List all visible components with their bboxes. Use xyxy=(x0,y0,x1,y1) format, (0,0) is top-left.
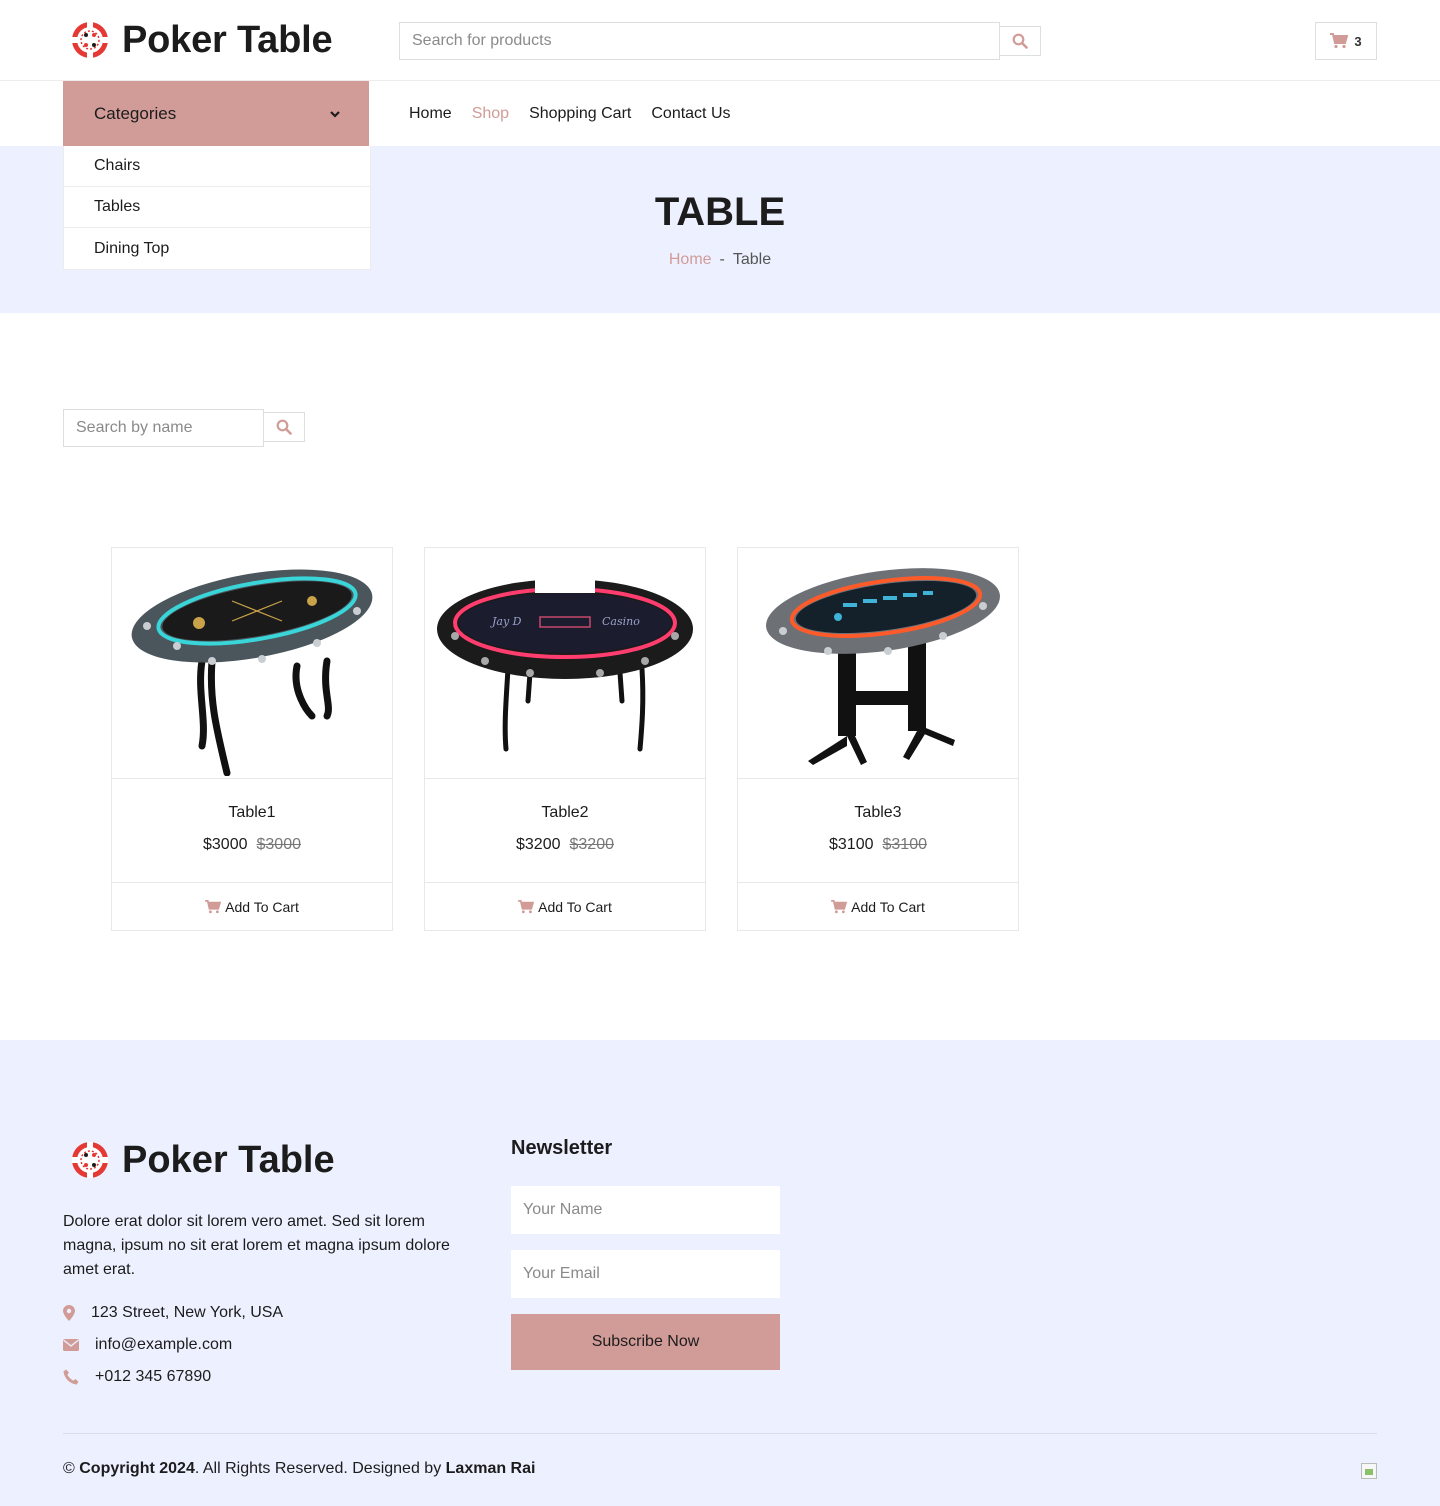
product-search xyxy=(399,22,1041,60)
breadcrumb-current: Table xyxy=(732,251,772,268)
breadcrumb-home-link[interactable]: Home xyxy=(669,251,712,269)
cart-count: 3 xyxy=(1354,33,1362,49)
copyright: © Copyright 2024. All Rights Reserved. D… xyxy=(63,1460,535,1478)
add-to-cart-button[interactable]: Add To Cart xyxy=(112,883,392,930)
cart-button[interactable]: 3 xyxy=(1315,22,1377,60)
payments-image xyxy=(1361,1463,1377,1479)
nav-link-shop[interactable]: Shop xyxy=(472,105,509,123)
subscribe-button[interactable]: Subscribe Now xyxy=(511,1314,780,1370)
copyright-strong: Copyright 2024 xyxy=(79,1460,195,1477)
product-grid: Table1 $3000 $3000 Add To Cart Jay D Cas… xyxy=(111,547,1019,931)
main-nav: Home Shop Shopping Cart Contact Us xyxy=(409,81,731,146)
map-marker-icon xyxy=(63,1305,75,1321)
product-price: $3200 xyxy=(516,836,561,853)
contact-phone: +012 345 67890 xyxy=(63,1361,283,1393)
poker-table-image: Jay D Casino xyxy=(437,574,693,751)
cart-icon xyxy=(1330,33,1349,49)
copyright-symbol: © xyxy=(63,1460,75,1477)
product-old-price: $3200 xyxy=(569,836,615,853)
category-item-chairs[interactable]: Chairs xyxy=(64,146,370,187)
product-search-button[interactable] xyxy=(1000,26,1041,56)
cart-icon xyxy=(831,899,848,913)
contact-email-text[interactable]: info@example.com xyxy=(95,1336,232,1354)
product-price: $3000 xyxy=(203,836,248,853)
nav-link-contact-us[interactable]: Contact Us xyxy=(651,105,730,123)
page-title: TABLE xyxy=(654,190,786,234)
footer-divider xyxy=(63,1433,1377,1434)
phone-icon xyxy=(63,1369,79,1385)
contact-address-text: 123 Street, New York, USA xyxy=(91,1304,284,1321)
copyright-rest: . All Rights Reserved. Designed by xyxy=(194,1460,446,1477)
add-to-cart-label: Add To Cart xyxy=(225,898,299,915)
shop-section: Table1 $3000 $3000 Add To Cart xyxy=(0,313,1440,1040)
contact-address: 123 Street, New York, USA xyxy=(63,1297,283,1329)
cart-icon xyxy=(518,899,535,913)
categories-dropdown: Chairs Tables Dining Top xyxy=(63,146,371,270)
category-item-tables[interactable]: Tables xyxy=(64,187,370,228)
add-to-cart-label: Add To Cart xyxy=(538,898,612,915)
product-card: Jay D Casino Table2 $3200 $3200 Add To C… xyxy=(424,547,706,931)
name-search-button[interactable] xyxy=(264,412,305,442)
footer-brand-name: Poker Table xyxy=(122,1139,335,1181)
product-image[interactable] xyxy=(112,548,392,779)
product-name[interactable]: Table1 xyxy=(112,779,392,822)
copyright-designer-link[interactable]: Laxman Rai xyxy=(446,1460,536,1477)
product-info: Table2 $3200 $3200 xyxy=(425,779,705,883)
poker-chip-logo-icon xyxy=(72,1142,108,1178)
poker-chip-logo-icon xyxy=(72,22,108,58)
top-bar: Poker Table 3 xyxy=(0,0,1440,81)
nav-link-shopping-cart[interactable]: Shopping Cart xyxy=(529,105,631,123)
product-name[interactable]: Table3 xyxy=(738,779,1018,822)
cart-icon xyxy=(205,899,222,913)
poker-table-image xyxy=(131,569,373,776)
product-info: Table1 $3000 $3000 xyxy=(112,779,392,883)
footer: Poker Table Dolore erat dolor sit lorem … xyxy=(0,1040,1440,1506)
newsletter-email-input[interactable] xyxy=(511,1250,780,1298)
nav-row: Categories Home Shop Shopping Cart Conta… xyxy=(0,81,1440,146)
footer-description: Dolore erat dolor sit lorem vero amet. S… xyxy=(63,1213,450,1278)
add-to-cart-label: Add To Cart xyxy=(851,898,925,915)
contact-email: info@example.com xyxy=(63,1329,283,1361)
product-card: Table1 $3000 $3000 Add To Cart xyxy=(111,547,393,931)
nav-link-home[interactable]: Home xyxy=(409,105,452,123)
contact-phone-text[interactable]: +012 345 67890 xyxy=(95,1368,211,1386)
product-info: Table3 $3100 $3100 xyxy=(738,779,1018,883)
categories-label: Categories xyxy=(94,103,177,123)
chevron-down-icon xyxy=(330,110,340,118)
search-icon xyxy=(276,419,292,435)
product-image[interactable]: Jay D Casino xyxy=(425,548,705,779)
name-search xyxy=(63,409,305,447)
product-prices: $3200 $3200 xyxy=(425,836,705,854)
svg-text:Casino: Casino xyxy=(602,615,640,628)
product-prices: $3100 $3100 xyxy=(738,836,1018,854)
product-old-price: $3000 xyxy=(256,836,302,853)
footer-contact: 123 Street, New York, USA info@example.c… xyxy=(63,1297,283,1393)
categories-toggle[interactable]: Categories xyxy=(63,81,369,146)
product-name[interactable]: Table2 xyxy=(425,779,705,822)
newsletter: Newsletter Subscribe Now xyxy=(511,1136,780,1370)
breadcrumb: Home - Table xyxy=(669,251,771,269)
search-icon xyxy=(1012,33,1028,49)
name-search-input[interactable] xyxy=(63,409,264,447)
add-to-cart-button[interactable]: Add To Cart xyxy=(738,883,1018,930)
poker-table-image xyxy=(766,567,1000,765)
product-card: Table3 $3100 $3100 Add To Cart xyxy=(737,547,1019,931)
product-price: $3100 xyxy=(829,836,874,853)
product-image[interactable] xyxy=(738,548,1018,779)
newsletter-name-input[interactable] xyxy=(511,1186,780,1234)
newsletter-title: Newsletter xyxy=(511,1137,613,1159)
brand-name: Poker Table xyxy=(122,19,333,61)
breadcrumb-separator: - xyxy=(719,251,725,268)
envelope-icon xyxy=(63,1339,79,1351)
svg-text:Jay D: Jay D xyxy=(490,615,522,628)
product-search-input[interactable] xyxy=(399,22,1000,60)
product-prices: $3000 $3000 xyxy=(112,836,392,854)
category-item-dining-top[interactable]: Dining Top xyxy=(64,228,370,269)
brand[interactable]: Poker Table xyxy=(70,18,333,62)
add-to-cart-button[interactable]: Add To Cart xyxy=(425,883,705,930)
footer-brand[interactable]: Poker Table xyxy=(70,1138,335,1182)
product-old-price: $3100 xyxy=(882,836,928,853)
